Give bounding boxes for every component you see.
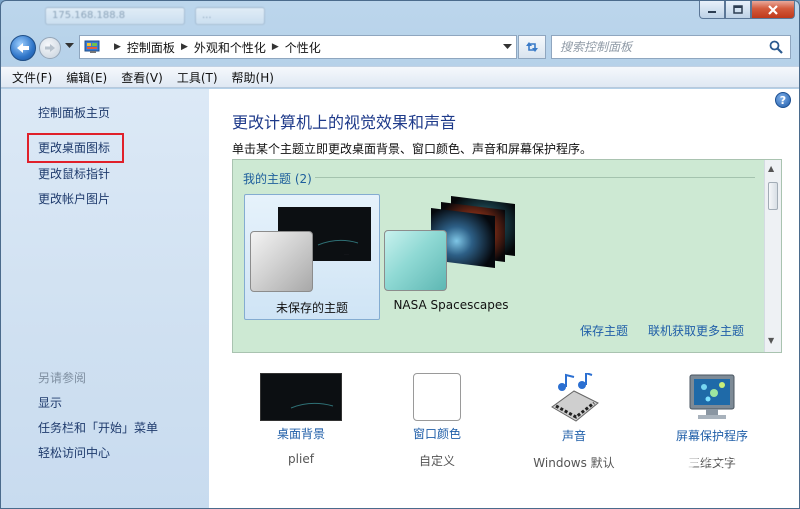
forward-arrow-icon xyxy=(45,44,55,52)
theme-gallery: 我的主题 (2) ····· 未保存的主题 NASA Spacescapes 保… xyxy=(232,159,782,353)
sound-icon xyxy=(551,373,599,422)
breadcrumb-arrow-icon: ▶ xyxy=(180,42,188,52)
menu-bar: 文件(F) 编辑(E) 查看(V) 工具(T) 帮助(H) xyxy=(1,66,799,88)
search-box[interactable] xyxy=(551,35,791,59)
option-window-color[interactable]: 窗口颜色 自定义 xyxy=(382,373,492,469)
scroll-down-icon[interactable]: ▼ xyxy=(768,336,774,345)
see-also-heading: 另请参阅 xyxy=(38,371,87,385)
breadcrumb-personalization[interactable]: 个性化 xyxy=(285,39,321,56)
menu-edit[interactable]: 编辑(E) xyxy=(66,69,107,86)
maximize-button[interactable] xyxy=(725,1,751,19)
breadcrumb-control-panel[interactable]: 控制面板 xyxy=(127,39,175,56)
maximize-icon xyxy=(733,5,743,14)
search-icon[interactable] xyxy=(766,37,786,57)
link-change-desktop-icons[interactable]: 更改桌面图标 xyxy=(38,139,110,156)
option-desktop-background[interactable]: 桌面背景 plief xyxy=(246,373,356,466)
help-icon[interactable]: ? xyxy=(775,92,791,108)
theme-color-swatch xyxy=(384,230,447,291)
svg-text:Bai: Bai xyxy=(617,441,670,479)
page-description: 单击某个主题立即更改桌面背景、窗口颜色、声音和屏幕保护程序。 xyxy=(232,142,593,156)
forward-button[interactable] xyxy=(39,37,61,59)
refresh-button[interactable] xyxy=(518,35,546,59)
blurred-title-tab-1: 175.168.188.8 xyxy=(45,7,185,25)
desktop-background-value: plief xyxy=(288,452,314,466)
desktop-background-label: 桌面背景 xyxy=(276,427,325,441)
link-taskbar-start-menu[interactable]: 任务栏和「开始」菜单 xyxy=(38,419,158,436)
my-themes-label: 我的主题 (2) xyxy=(243,172,312,186)
menu-help[interactable]: 帮助(H) xyxy=(232,69,274,86)
link-change-mouse-pointers[interactable]: 更改鼠标指针 xyxy=(38,165,110,182)
screen-saver-icon xyxy=(689,374,735,419)
svg-text:经验: 经验 xyxy=(701,444,761,479)
baidu-watermark-logo: Bai 经验 jingyan.baidu.com xyxy=(617,441,786,496)
theme-scrollbar[interactable]: ▲ ▼ xyxy=(764,160,781,352)
control-panel-icon xyxy=(84,40,100,53)
theme-color-swatch xyxy=(250,231,313,292)
window-color-value: 自定义 xyxy=(418,454,455,468)
svg-text:jingyan.baidu.com: jingyan.baidu.com xyxy=(674,482,786,496)
link-ease-of-access[interactable]: 轻松访问中心 xyxy=(38,444,110,461)
link-change-account-picture[interactable]: 更改帐户图片 xyxy=(38,190,110,207)
title-bar: 175.168.188.8 ... xyxy=(1,1,799,29)
left-task-pane: 控制面板主页 更改桌面图标 更改鼠标指针 更改帐户图片 另请参阅 显示 任务栏和… xyxy=(1,89,209,508)
menu-file[interactable]: 文件(F) xyxy=(12,69,52,86)
theme-name: NASA Spacescapes xyxy=(393,298,509,312)
theme-name: 未保存的主题 xyxy=(275,301,348,315)
menu-tools[interactable]: 工具(T) xyxy=(177,69,218,86)
link-display[interactable]: 显示 xyxy=(38,394,62,411)
scroll-thumb[interactable] xyxy=(768,182,778,210)
breadcrumb-appearance[interactable]: 外观和个性化 xyxy=(194,39,266,56)
page-title: 更改计算机上的视觉效果和声音 xyxy=(232,113,457,132)
breadcrumb-arrow-icon: ▶ xyxy=(271,42,279,52)
address-bar[interactable]: ▶ 控制面板 ▶ 外观和个性化 ▶ 个性化 xyxy=(79,35,517,59)
menu-view[interactable]: 查看(V) xyxy=(121,69,163,86)
get-more-themes-link[interactable]: 联机获取更多主题 xyxy=(648,322,744,339)
caption-buttons xyxy=(699,1,795,19)
refresh-icon xyxy=(526,42,538,52)
window-color-label: 窗口颜色 xyxy=(412,427,461,441)
navigation-bar: ▶ 控制面板 ▶ 外观和个性化 ▶ 个性化 xyxy=(1,31,799,63)
history-dropdown-icon[interactable] xyxy=(65,43,74,49)
blurred-title-tab-2: ... xyxy=(195,7,265,25)
close-icon xyxy=(768,4,778,15)
back-arrow-icon xyxy=(17,43,29,53)
address-dropdown-icon[interactable] xyxy=(503,44,512,50)
scroll-up-icon[interactable]: ▲ xyxy=(768,164,774,173)
back-button[interactable] xyxy=(10,35,36,61)
save-theme-link[interactable]: 保存主题 xyxy=(580,322,628,339)
window-color-icon xyxy=(413,373,461,421)
theme-nasa-spacescapes[interactable]: NASA Spacescapes xyxy=(383,194,519,320)
theme-unsaved[interactable]: ····· 未保存的主题 xyxy=(244,194,380,320)
explorer-window: 175.168.188.8 ... ▶ 控制面板 ▶ 外观和个性化 ▶ 个性化 … xyxy=(0,0,800,509)
group-divider xyxy=(315,177,755,178)
desktop-background-icon xyxy=(260,373,342,421)
link-control-panel-home[interactable]: 控制面板主页 xyxy=(38,104,110,121)
minimize-icon xyxy=(708,10,716,13)
search-input[interactable] xyxy=(552,37,766,57)
breadcrumb-arrow-icon: ▶ xyxy=(114,42,121,52)
svg-text:·····: ····· xyxy=(344,252,349,256)
close-button[interactable] xyxy=(751,1,795,19)
minimize-button[interactable] xyxy=(699,1,725,19)
